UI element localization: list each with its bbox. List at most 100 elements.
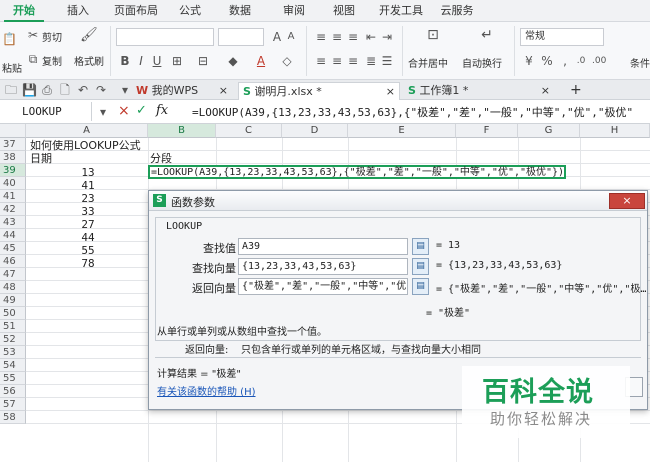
formula-input[interactable]: =LOOKUP(A39,{13,23,33,43,53,63},{"极差","差…: [192, 103, 633, 122]
brush-icon[interactable]: 🖌: [80, 28, 98, 42]
number-format-select[interactable]: 常规: [520, 28, 604, 46]
insert-function-button[interactable]: fx: [156, 103, 168, 118]
cell-a43[interactable]: 27: [28, 218, 148, 231]
tab-formulas[interactable]: 公式: [172, 0, 208, 22]
column-header-b[interactable]: B: [148, 124, 216, 138]
align-top-icon[interactable]: ≡: [314, 30, 328, 44]
cell-a42[interactable]: 33: [28, 205, 148, 218]
row-header-49[interactable]: 49: [0, 294, 26, 307]
align-center-icon[interactable]: ≡: [330, 54, 344, 68]
clear-format-icon[interactable]: ◇: [280, 54, 294, 68]
indent-decrease-icon[interactable]: ⇤: [364, 30, 378, 44]
distribute-icon[interactable]: ☰: [380, 54, 394, 68]
dropdown-icon[interactable]: ▾: [118, 83, 132, 97]
scissors-icon[interactable]: ✂: [26, 28, 40, 42]
align-right-icon[interactable]: ≡: [346, 54, 360, 68]
justify-icon[interactable]: ≣: [364, 54, 378, 68]
column-header-a[interactable]: A: [26, 124, 148, 138]
save-icon[interactable]: 💾: [22, 83, 37, 97]
cancel-formula-button[interactable]: ×: [118, 103, 130, 119]
fill-color-icon[interactable]: ◆: [226, 54, 240, 68]
copy-icon[interactable]: ⧉: [26, 52, 40, 66]
copy-button[interactable]: 复制: [42, 53, 62, 68]
column-header-e[interactable]: E: [348, 124, 456, 138]
cell-a44[interactable]: 44: [28, 231, 148, 244]
redo-icon[interactable]: ↷: [94, 83, 108, 97]
doc-tab-xieming[interactable]: S 谢明月.xlsx * ×: [238, 82, 400, 100]
row-header-40[interactable]: 40: [0, 177, 26, 190]
range-picker-icon[interactable]: ▤: [412, 258, 429, 275]
arg-input-result-vector[interactable]: {"极差","差","一般","中等","优","极: [238, 278, 408, 295]
row-header-57[interactable]: 57: [0, 398, 26, 411]
font-color-icon[interactable]: A: [254, 54, 268, 68]
underline-icon[interactable]: U: [150, 54, 164, 68]
doc-tab-my-wps[interactable]: W 我的WPS ×: [132, 82, 232, 100]
wrap-text-icon[interactable]: ↵: [480, 28, 494, 42]
print-icon[interactable]: ⎙: [40, 83, 54, 97]
name-box-dropdown-icon[interactable]: ▾: [96, 105, 110, 119]
arg-input-lookup-vector[interactable]: {13,23,33,43,53,63}: [238, 258, 408, 275]
increase-decimal-icon[interactable]: .0: [574, 54, 588, 68]
border-icon[interactable]: ⊞: [170, 54, 184, 68]
row-header-51[interactable]: 51: [0, 320, 26, 333]
row-header-50[interactable]: 50: [0, 307, 26, 320]
row-header-54[interactable]: 54: [0, 359, 26, 372]
cell-a45[interactable]: 55: [28, 244, 148, 257]
confirm-formula-button[interactable]: ✓: [136, 103, 147, 118]
row-header-56[interactable]: 56: [0, 385, 26, 398]
row-header-46[interactable]: 46: [0, 255, 26, 268]
close-icon[interactable]: ×: [386, 83, 395, 100]
cell-a39[interactable]: 13: [28, 166, 148, 179]
row-header-41[interactable]: 41: [0, 190, 26, 203]
align-left-icon[interactable]: ≡: [314, 54, 328, 68]
cell-a41[interactable]: 23: [28, 192, 148, 205]
close-dialog-button[interactable]: ×: [609, 193, 645, 209]
font-size-select[interactable]: [218, 28, 264, 46]
column-header-f[interactable]: F: [456, 124, 518, 138]
range-picker-icon[interactable]: ▤: [412, 238, 429, 255]
doc-tab-workbook1[interactable]: S 工作簿1 * ×: [404, 82, 554, 100]
cut-button[interactable]: 剪切: [42, 29, 62, 44]
folder-icon[interactable]: 🗀: [4, 83, 18, 97]
indent-increase-icon[interactable]: ⇥: [380, 30, 394, 44]
align-middle-icon[interactable]: ≡: [330, 30, 344, 44]
row-header-45[interactable]: 45: [0, 242, 26, 255]
row-header-37[interactable]: 37: [0, 138, 26, 151]
font-name-select[interactable]: [116, 28, 214, 46]
help-link[interactable]: 有关该函数的帮助 (H): [157, 383, 256, 398]
paste-icon[interactable]: 📋: [2, 32, 17, 46]
row-header-47[interactable]: 47: [0, 268, 26, 281]
row-header-58[interactable]: 58: [0, 411, 26, 424]
bold-icon[interactable]: B: [118, 54, 132, 68]
dialog-title-bar[interactable]: S 函数参数 ×: [149, 191, 647, 211]
tab-data[interactable]: 数据: [222, 0, 258, 22]
preview-icon[interactable]: 🗋: [58, 83, 72, 97]
close-icon[interactable]: ×: [541, 82, 550, 99]
row-header-52[interactable]: 52: [0, 333, 26, 346]
decrease-font-icon[interactable]: A: [284, 30, 298, 44]
cell-b38[interactable]: 分段: [150, 152, 172, 165]
merge-center-button[interactable]: 合并居中: [408, 55, 448, 70]
increase-font-icon[interactable]: A: [270, 30, 284, 44]
currency-icon[interactable]: ¥: [522, 54, 536, 68]
wrap-text-button[interactable]: 自动换行: [462, 55, 502, 70]
cell-a40[interactable]: 41: [28, 179, 148, 192]
merge-center-icon[interactable]: ⊡: [426, 28, 440, 42]
cell-b39-editing[interactable]: =LOOKUP(A39,{13,23,33,43,53,63},{"极差","差…: [148, 165, 567, 179]
comma-icon[interactable]: ,: [558, 54, 572, 68]
tab-review[interactable]: 审阅: [276, 0, 312, 22]
column-header-d[interactable]: D: [282, 124, 348, 138]
format-painter-button[interactable]: 格式刷: [74, 53, 104, 68]
tab-view[interactable]: 视图: [326, 0, 362, 22]
paste-button[interactable]: 粘贴: [2, 60, 22, 75]
merge-cells-icon[interactable]: ⊟: [196, 54, 210, 68]
column-header-g[interactable]: G: [518, 124, 580, 138]
new-tab-button[interactable]: +: [566, 82, 586, 100]
tab-page-layout[interactable]: 页面布局: [108, 0, 164, 22]
column-header-c[interactable]: C: [216, 124, 282, 138]
close-icon[interactable]: ×: [219, 82, 228, 99]
row-header-42[interactable]: 42: [0, 203, 26, 216]
italic-icon[interactable]: I: [134, 54, 148, 68]
tab-cloud[interactable]: 云服务: [434, 0, 480, 22]
percent-icon[interactable]: %: [540, 54, 554, 68]
